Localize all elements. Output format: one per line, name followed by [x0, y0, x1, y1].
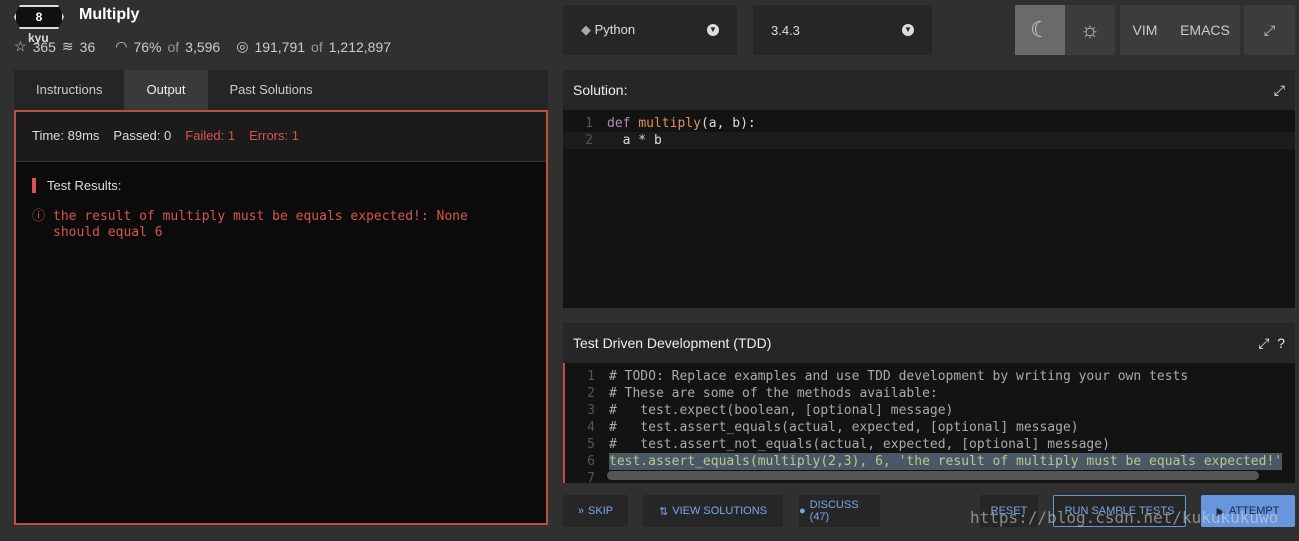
sun-icon: ☼ — [1079, 17, 1101, 42]
tab-output[interactable]: Output — [124, 70, 208, 110]
moon-icon: ☾ — [1030, 17, 1050, 42]
help-icon[interactable]: ? — [1277, 335, 1285, 351]
solution-title: Solution: — [573, 82, 628, 98]
code-line: # These are some of the methods availabl… — [609, 386, 938, 401]
expand-icon[interactable]: ⤢ — [1258, 335, 1269, 351]
dark-theme-button[interactable]: ☾ — [1015, 5, 1065, 55]
code-line: test.assert_equals(multiply(2,3), 6, 'th… — [609, 453, 1283, 470]
output-panel: Time: 89ms Passed: 0 Failed: 1 Errors: 1… — [14, 110, 548, 525]
comment-icon: ● — [799, 505, 806, 517]
test-summary: Time: 89ms Passed: 0 Failed: 1 Errors: 1 — [16, 112, 546, 162]
discuss-button[interactable]: ● DISCUSS (47) — [799, 495, 880, 527]
kata-title: Multiply — [79, 6, 140, 23]
emacs-button[interactable]: EMACS — [1170, 5, 1240, 55]
tab-instructions[interactable]: Instructions — [14, 70, 124, 110]
tests-editor[interactable]: 1 # TODO: Replace examples and use TDD de… — [563, 363, 1295, 483]
of-label: of — [167, 38, 180, 55]
rank-badge: 8 — [14, 5, 64, 29]
fullscreen-button[interactable]: ⤢ — [1244, 5, 1295, 55]
version-select[interactable]: 3.4.3 ▼ — [753, 5, 932, 55]
tdd-panel: Test Driven Development (TDD) ⤢ ? 1 # TODO… — [563, 323, 1295, 483]
python-icon: ◆ — [581, 22, 591, 37]
failed-count: Failed: 1 — [185, 128, 236, 143]
watermark: https://blog.csdn.net/kukukukuwo — [970, 508, 1279, 527]
expand-icon: ⤢ — [1263, 21, 1276, 38]
tdd-title: Test Driven Development (TDD) — [573, 335, 772, 351]
code-line: # TODO: Replace examples and use TDD dev… — [609, 369, 1189, 384]
target-icon: ◎ — [236, 38, 249, 54]
errors-count: Errors: 1 — [249, 128, 299, 143]
star-icon: ☆ — [14, 38, 27, 54]
view-solutions-button[interactable]: ⇅ VIEW SOLUTIONS — [643, 495, 783, 527]
of-label: of — [311, 38, 323, 55]
solution-editor[interactable]: 1 def multiply(a, b): 2 a * b — [563, 110, 1295, 308]
expand-icon[interactable]: ⤢ — [1274, 82, 1285, 99]
vim-button[interactable]: VIM — [1120, 5, 1170, 55]
skip-button[interactable]: » SKIP — [563, 495, 628, 527]
left-panel: Instructions Output Past Solutions Time:… — [14, 70, 548, 525]
attempted: 1,212,897 — [328, 38, 392, 55]
collections-count: 36 — [79, 38, 96, 55]
skip-label: SKIP — [588, 505, 614, 517]
code-line: # test.expect(boolean, [optional] messag… — [609, 403, 954, 418]
light-theme-button[interactable]: ☼ — [1065, 5, 1115, 55]
test-results-title: Test Results: — [32, 178, 530, 193]
collections-icon: ≋ — [61, 38, 74, 54]
chevron-down-icon: ▼ — [902, 24, 914, 36]
version-value: 3.4.3 — [771, 22, 800, 38]
error-icon: ⓘ — [32, 209, 46, 224]
chevron-down-icon: ▼ — [707, 24, 719, 36]
view-solutions-label: VIEW SOLUTIONS — [672, 505, 767, 517]
code-line: def multiply(a, b): — [607, 116, 756, 131]
completed: 191,791 — [254, 38, 306, 55]
error-item: ⓘ the result of multiply must be equals … — [32, 209, 530, 241]
code-line: # test.assert_not_equals(actual, expecte… — [609, 437, 1110, 452]
language-select[interactable]: ◆ Python ▼ — [563, 5, 737, 55]
solutions-icon: ⇅ — [659, 505, 669, 518]
discuss-label: DISCUSS (47) — [809, 499, 859, 523]
language-value: Python — [594, 22, 636, 37]
time: Time: 89ms — [32, 128, 100, 143]
votes: 3,596 — [185, 38, 221, 55]
passed-count: Passed: 0 — [113, 128, 172, 143]
code-line: # test.assert_equals(actual, expected, [… — [609, 420, 1079, 435]
stars-count: 365 — [32, 38, 56, 55]
gauge-icon: ◠ — [115, 38, 128, 54]
solution-panel: Solution: ⤢ 1 def multiply(a, b): 2 a * b — [563, 70, 1295, 308]
error-message: the result of multiply must be equals ex… — [53, 209, 468, 240]
code-line: a * b — [607, 133, 662, 148]
satisfaction: 76% — [133, 38, 162, 55]
horizontal-scrollbar[interactable] — [607, 471, 1259, 480]
fast-forward-icon: » — [577, 505, 585, 517]
kata-stats: ☆ 365 ≋ 36 ◠ 76% of 3,596 ◎ 191,791 of 1,212,897 — [14, 38, 391, 55]
tab-past-solutions[interactable]: Past Solutions — [208, 70, 335, 110]
